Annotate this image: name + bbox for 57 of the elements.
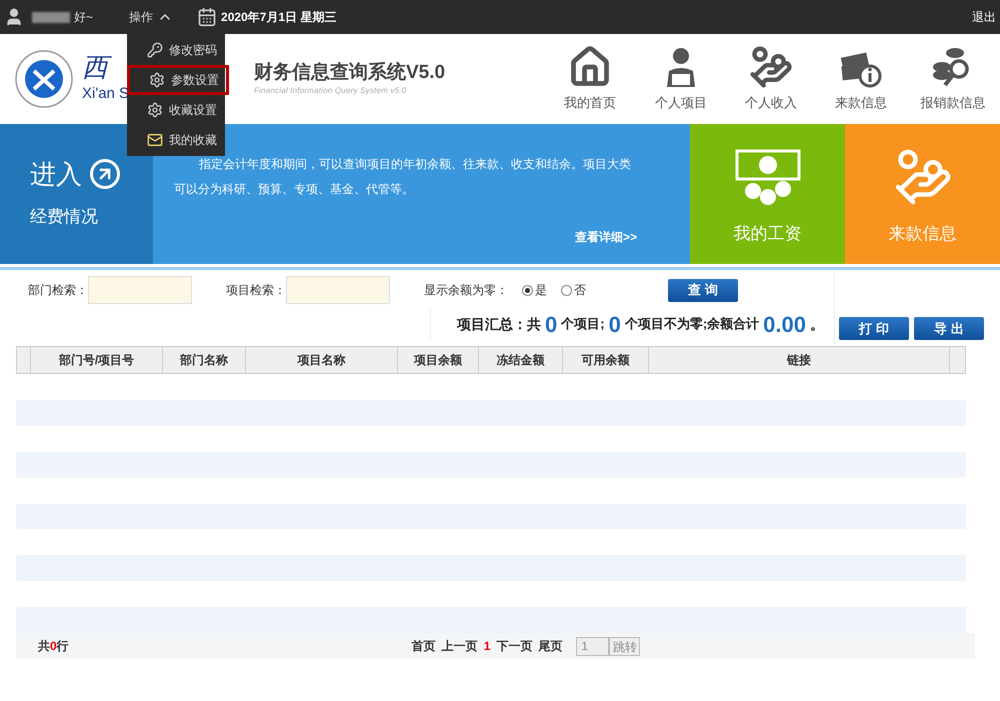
operation-menu[interactable]: 操作 [129,8,174,26]
date-text: 2020年7月1日 星期三 [221,9,336,26]
column-header: 链接 [649,347,950,373]
menu-item[interactable]: 收藏设置 [127,95,225,125]
dept-search-label: 部门检索： [28,282,88,299]
nav-item[interactable]: 来款信息 [816,34,906,124]
radio-option[interactable]: 是 [522,281,547,299]
column-header: 冻结金额 [479,347,563,373]
project-search-label: 项目检索： [226,282,286,299]
query-button[interactable]: 查 询 [668,278,738,302]
hand-coins-icon [749,45,793,90]
current-page: 1 [484,638,490,655]
calendar-icon [197,7,218,27]
row-count: 共0行 [38,638,69,655]
greeting: 好~ [74,9,94,26]
summary-text: 个项目不为零;余额合计 [624,315,760,334]
logout-link[interactable]: 退出 [972,8,996,26]
enter-panel[interactable]: 进入 经费情况 [0,124,153,264]
prev-page-link[interactable]: 上一页 [442,637,478,655]
money-bill-icon [732,146,802,206]
summary-label: 项目汇总：共 [456,314,541,334]
project-count: 0 [544,310,558,338]
next-page-link[interactable]: 下一页 [496,637,532,655]
column-header: 项目名称 [246,347,398,373]
dept-search-field[interactable] [88,276,192,304]
system-title: 财务信息查询系统V5.0 [254,61,446,85]
summary-end: 。 [810,314,824,334]
nav-item[interactable]: 个人项目 [636,34,726,124]
system-subtitle: Financial Information Query System v5.0 [254,85,408,97]
section-title: 经费情况 [30,206,99,228]
key-icon [147,42,163,58]
last-page-link[interactable]: 尾页 [538,637,562,655]
balance-total: 0.00 [763,310,806,338]
zero-balance-label: 显示余额为零： [424,282,508,299]
nav-item[interactable]: 我的首页 [544,34,636,124]
column-header: 部门号/项目号 [31,347,163,373]
radio-button[interactable] [561,284,572,296]
nav-item[interactable]: 个人收入 [726,34,816,124]
university-logo [14,49,74,109]
action-button[interactable]: 导 出 [914,317,984,340]
summary-text: 个项目; [561,315,605,334]
column-header: 项目余额 [398,347,479,373]
envelope-icon [147,132,163,148]
enter-label: 进入 [30,158,82,190]
description-text: 指定会计年度和期间，可以查询项目的年初余额、往来款、收支和结余。项目大类可以分为科研、预算、专项、基金、代管等。 [174,156,632,198]
first-page-link[interactable]: 首页 [412,637,436,655]
gear-icon [149,72,165,88]
redacted-name [32,12,70,22]
radio-option[interactable]: 否 [561,281,586,299]
action-button[interactable]: 打 印 [839,317,909,340]
column-header: 部门名称 [163,347,246,373]
project-search-field[interactable] [286,276,390,304]
radio-button[interactable] [522,284,533,296]
nonzero-count: 0 [608,310,621,338]
nav-item[interactable]: 报销款信息 [906,34,1000,124]
gear-icon [147,102,163,118]
column-header: 可用余额 [563,347,649,373]
